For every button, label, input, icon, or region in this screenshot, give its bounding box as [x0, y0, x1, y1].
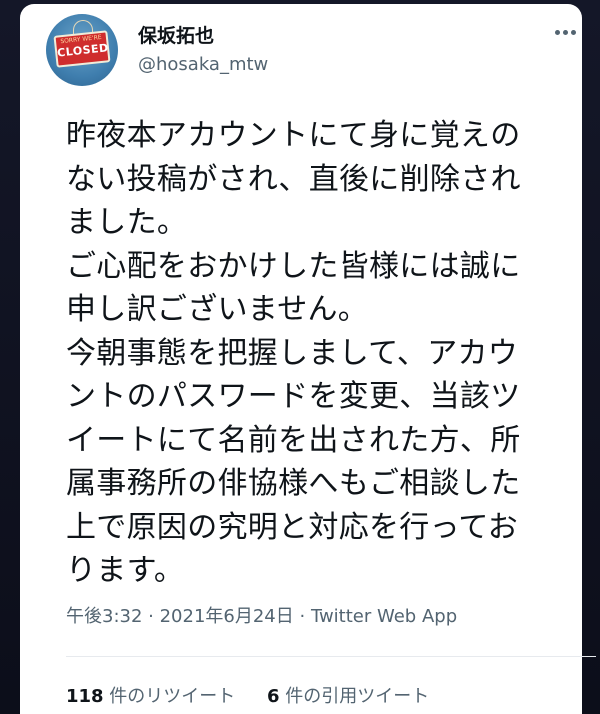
- tweet-text-line: 今朝事態を把握しまして、アカウ: [66, 335, 519, 371]
- tweet-meta: 午後3:32 · 2021年6月24日 · Twitter Web App: [66, 606, 457, 628]
- avatar[interactable]: SORRY WE'RE CLOSED: [46, 14, 118, 86]
- tweet-text-line: 上で原因の究明と対応を行ってお: [66, 509, 519, 545]
- tweet-text-line: ります。: [66, 553, 185, 588]
- meta-separator: ·: [142, 606, 160, 627]
- retweet-count-link[interactable]: 118 件のリツイート: [66, 686, 235, 708]
- tweet-time[interactable]: 午後3:32: [66, 606, 142, 627]
- tweet-card: SORRY WE'RE CLOSED 保坂拓也 @hosaka_mtw 昨夜本ア…: [20, 4, 596, 714]
- dot: [562, 29, 568, 35]
- tweet-date[interactable]: 2021年6月24日: [160, 606, 294, 627]
- tweet-text-line: ました。: [66, 205, 188, 240]
- dot: [570, 29, 576, 35]
- quote-count: 6: [267, 686, 280, 707]
- tweet-text-line: ご心配をおかけした皆様には誠に: [66, 248, 521, 284]
- tweet-stats: 118 件のリツイート 6 件の引用ツイート: [66, 686, 429, 708]
- user-handle[interactable]: @hosaka_mtw: [138, 54, 268, 76]
- retweet-count: 118: [66, 686, 104, 707]
- dot: [554, 29, 560, 35]
- tweet-text-line: ない投稿がされ、直後に削除され: [66, 161, 521, 197]
- screen: SORRY WE'RE CLOSED 保坂拓也 @hosaka_mtw 昨夜本ア…: [0, 0, 600, 714]
- tweet-text: 昨夜本アカウントにて身に覚えの ない投稿がされ、直後に削除され ました。 ご心配…: [66, 114, 586, 593]
- quote-label: 件の引用ツイート: [279, 686, 430, 707]
- more-horizontal-icon[interactable]: [550, 22, 580, 42]
- tweet-text-line: 昨夜本アカウントにて身に覚えの: [66, 118, 521, 153]
- divider: [66, 656, 596, 657]
- tweet-text-line: イートにて名前を出された方、所: [66, 422, 521, 458]
- meta-separator: ·: [293, 606, 311, 627]
- quote-count-link[interactable]: 6 件の引用ツイート: [267, 686, 429, 708]
- retweet-label: 件のリツイート: [103, 686, 236, 707]
- tweet-text-line: ントのパスワードを変更、当該ツ: [66, 379, 521, 414]
- tweet-source[interactable]: Twitter Web App: [311, 606, 457, 627]
- closed-sign-image: SORRY WE'RE CLOSED: [53, 30, 111, 68]
- display-name[interactable]: 保坂拓也: [138, 24, 214, 48]
- tweet-text-line: 属事務所の俳協様へもご相談した: [66, 466, 521, 501]
- tweet-text-line: 申し訳ございません。: [66, 292, 369, 327]
